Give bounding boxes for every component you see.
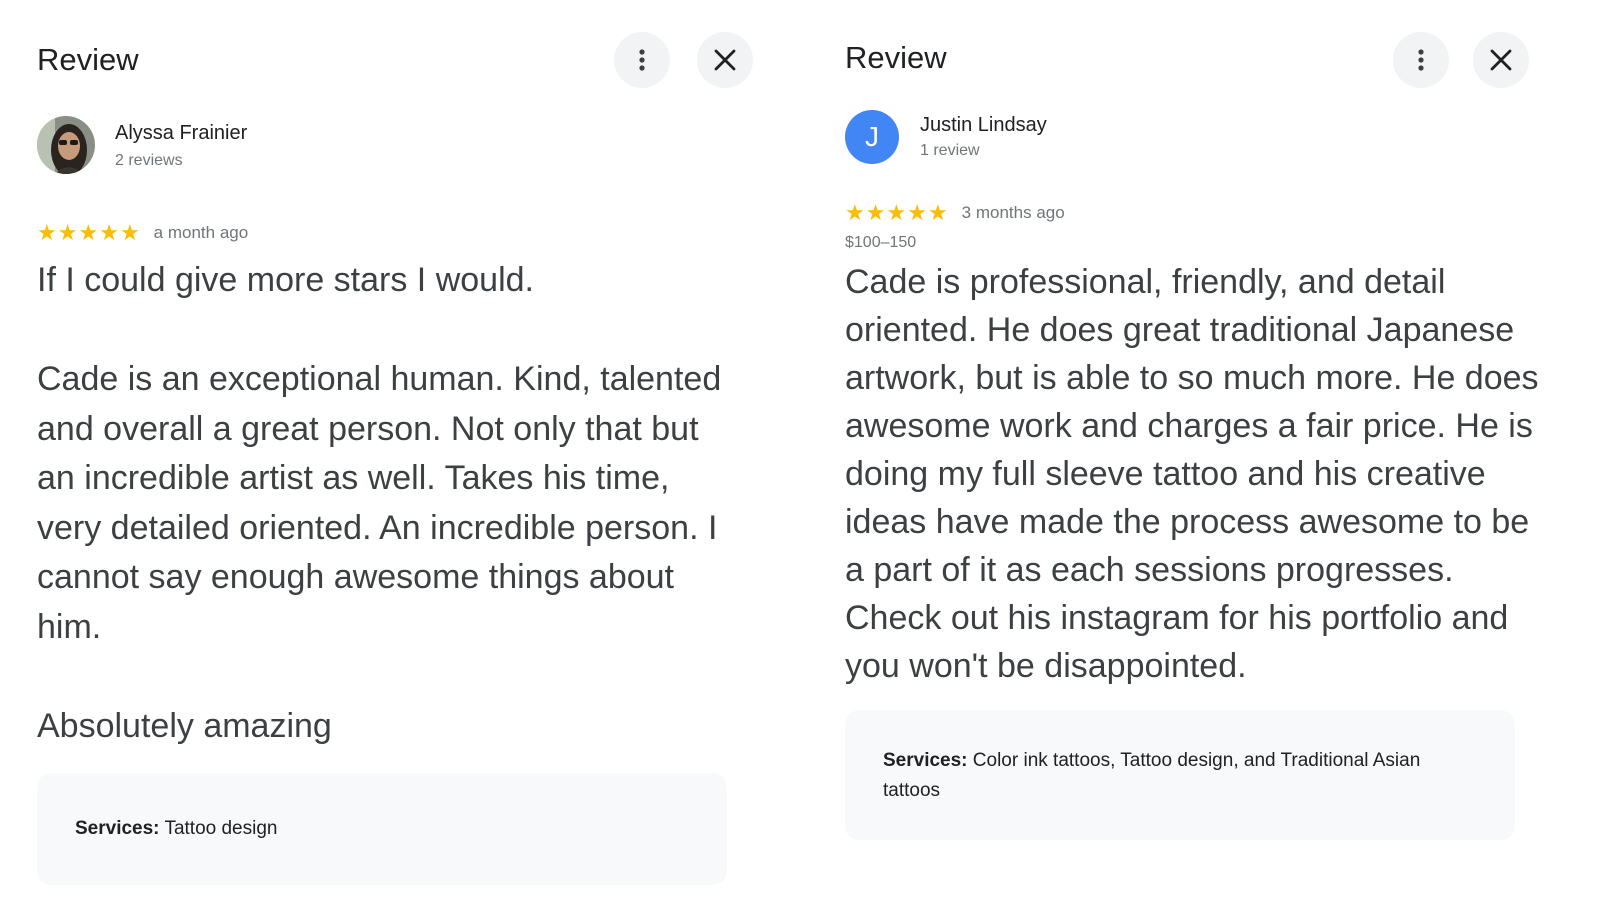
star-icon: ★ <box>865 200 886 225</box>
reviewer-review-count: 2 reviews <box>115 152 183 169</box>
review-panel-right: Review J Justin Lindsay 1 review ★ ★ ★ ★… <box>845 0 1575 900</box>
star-icon: ★ <box>927 200 948 225</box>
star-icon: ★ <box>845 200 865 225</box>
rating-row: ★ ★ ★ ★ ★ 3 months ago <box>845 200 1575 226</box>
services-label: Services: <box>75 818 160 839</box>
star-icon: ★ <box>99 220 119 245</box>
star-icon: ★ <box>119 220 140 245</box>
services-value: Tattoo design <box>159 818 278 839</box>
more-options-button[interactable] <box>1393 32 1449 88</box>
star-icon: ★ <box>907 200 927 225</box>
avatar[interactable] <box>37 116 95 174</box>
avatar[interactable]: J <box>845 110 899 164</box>
close-button[interactable] <box>697 32 753 88</box>
reviewer-review-count: 1 review <box>920 142 980 159</box>
close-button[interactable] <box>1473 32 1529 88</box>
reviewer-name[interactable]: Alyssa Frainier <box>115 122 247 145</box>
star-icon: ★ <box>57 220 78 245</box>
more-vert-icon <box>1417 48 1425 72</box>
review-title: Review <box>845 40 947 75</box>
more-vert-icon <box>638 48 646 72</box>
review-time: a month ago <box>153 223 249 242</box>
services-text: Services: Tattoo design <box>75 814 277 844</box>
star-icon: ★ <box>78 220 99 245</box>
reviewer-name[interactable]: Justin Lindsay <box>920 114 1047 137</box>
review-text: If I could give more stars I would. Cade… <box>37 261 722 745</box>
services-text: Services: Color ink tattoos, Tattoo desi… <box>883 746 1477 806</box>
review-header: Review <box>37 0 777 110</box>
more-options-button[interactable] <box>614 32 670 88</box>
reviewer-info[interactable]: Alyssa Frainier 2 reviews <box>37 116 777 186</box>
star-rating: ★ ★ ★ ★ ★ <box>37 222 140 244</box>
review-title: Review <box>37 42 139 77</box>
price-range: $100–150 <box>845 234 917 251</box>
services-label: Services: <box>883 750 968 771</box>
star-rating: ★ ★ ★ ★ ★ <box>845 202 948 224</box>
star-icon: ★ <box>886 200 907 225</box>
services-box: Services: Color ink tattoos, Tattoo desi… <box>845 710 1515 840</box>
reviewer-info[interactable]: J Justin Lindsay 1 review <box>845 110 1575 180</box>
review-time: 3 months ago <box>961 203 1065 222</box>
close-icon <box>1489 48 1513 72</box>
review-header: Review <box>845 0 1575 110</box>
review-panel-left: Review Alyssa Frainier 2 reviews ★ ★ ★ ★… <box>37 0 777 900</box>
close-icon <box>713 48 737 72</box>
star-icon: ★ <box>37 220 57 245</box>
review-text: Cade is professional, friendly, and deta… <box>845 263 1539 685</box>
services-box: Services: Tattoo design <box>37 773 727 885</box>
rating-row: ★ ★ ★ ★ ★ a month ago <box>37 220 777 246</box>
